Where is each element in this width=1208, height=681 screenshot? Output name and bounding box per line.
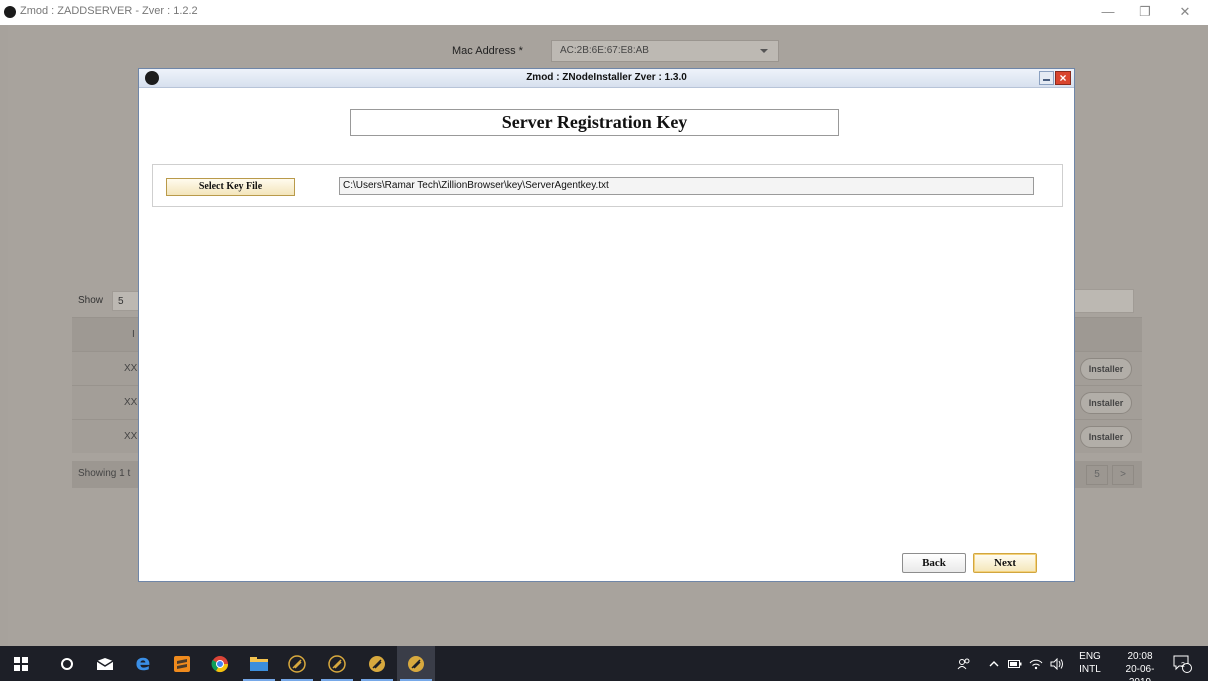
mac-address-select[interactable]: AC:2B:6E:67:E8:AB	[551, 40, 779, 62]
installer-button[interactable]: Installer	[1080, 358, 1132, 380]
chevron-up-icon[interactable]	[984, 646, 1004, 681]
edge-browser-icon[interactable]: e	[124, 646, 162, 681]
notification-center-icon[interactable]: 2	[1170, 646, 1196, 681]
node-installer-dialog: Zmod : ZNodeInstaller Zver : 1.3.0 × Ser…	[138, 68, 1075, 582]
installer-button[interactable]: Installer	[1080, 426, 1132, 448]
clock-date: 20-06-2019	[1125, 664, 1155, 681]
chrome-browser-icon[interactable]	[201, 646, 239, 681]
windows-start-icon[interactable]	[2, 646, 40, 681]
app-logo-icon	[4, 6, 16, 18]
close-button[interactable]: ✕	[1165, 2, 1205, 22]
people-icon[interactable]	[952, 646, 976, 681]
keyboard-layout: INTL	[1079, 664, 1101, 675]
key-file-path-field[interactable]: C:\Users\Ramar Tech\ZillionBrowser\key\S…	[339, 177, 1034, 195]
clock-time: 20:08	[1127, 651, 1153, 662]
zmod-app-icon[interactable]	[278, 646, 316, 681]
zmod-app-icon[interactable]	[318, 646, 356, 681]
language-code: ENG	[1079, 651, 1101, 662]
window-titlebar: Zmod : ZADDSERVER - Zver : 1.2.2 — ❐ ✕	[0, 0, 1208, 25]
installer-button[interactable]: Installer	[1080, 392, 1132, 414]
pager-page-button[interactable]: 5	[1086, 465, 1108, 485]
next-button[interactable]: Next	[973, 553, 1037, 573]
show-entries-label: Show	[78, 295, 104, 306]
dialog-close-button[interactable]: ×	[1055, 71, 1071, 85]
mac-address-label: Mac Address *	[452, 45, 523, 57]
dialog-title: Zmod : ZNodeInstaller Zver : 1.3.0	[526, 72, 687, 83]
file-explorer-icon[interactable]	[240, 646, 278, 681]
back-button[interactable]: Back	[902, 553, 966, 573]
window-title: Zmod : ZADDSERVER - Zver : 1.2.2	[20, 5, 198, 17]
search-icon[interactable]	[48, 646, 86, 681]
show-entries-value: 5	[118, 296, 124, 307]
showing-entries-text: Showing 1 t	[78, 468, 131, 479]
mac-address-value: AC:2B:6E:67:E8:AB	[560, 45, 649, 56]
show-entries-select[interactable]: 5	[112, 291, 140, 311]
minimize-button[interactable]: —	[1088, 2, 1128, 22]
taskbar-clock[interactable]: 20:08 20-06-2019	[1115, 650, 1165, 681]
dialog-titlebar: Zmod : ZNodeInstaller Zver : 1.3.0 ×	[139, 69, 1074, 88]
table-search-input[interactable]	[1072, 289, 1134, 313]
notification-count: 2	[1181, 662, 1185, 669]
input-language-indicator[interactable]: ENG INTL	[1072, 650, 1108, 676]
battery-icon[interactable]	[1005, 646, 1025, 681]
pager-next-button[interactable]: >	[1112, 465, 1134, 485]
dialog-minimize-button[interactable]	[1039, 71, 1054, 85]
table-header-cell: I	[132, 329, 135, 340]
select-key-file-button[interactable]: Select Key File	[166, 178, 295, 196]
volume-icon[interactable]	[1047, 646, 1067, 681]
wifi-icon[interactable]	[1026, 646, 1046, 681]
restore-button[interactable]: ❐	[1125, 2, 1165, 22]
sublime-text-icon[interactable]	[163, 646, 201, 681]
page-title: Server Registration Key	[350, 109, 839, 136]
taskbar: e ENG INTL 20:08 20-06-2019	[0, 646, 1208, 681]
mail-icon[interactable]	[86, 646, 124, 681]
zmod-app-icon[interactable]	[358, 646, 396, 681]
key-file-panel: Select Key File C:\Users\Ramar Tech\Zill…	[152, 164, 1063, 207]
zmod-app-icon[interactable]	[397, 646, 435, 681]
chevron-down-icon	[760, 49, 768, 53]
